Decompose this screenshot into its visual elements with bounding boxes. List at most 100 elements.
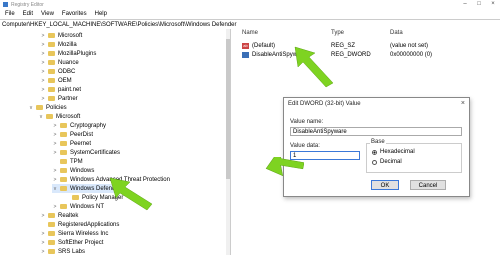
folder-icon <box>48 51 55 56</box>
menu-help[interactable]: Help <box>95 11 107 17</box>
chevron-down-icon[interactable]: v <box>38 114 44 120</box>
edit-dword-dialog: Edit DWORD (32-bit) Value × Value name: … <box>283 97 470 197</box>
tree-item[interactable]: > Realtek <box>40 211 79 220</box>
chevron-right-icon[interactable]: > <box>40 249 46 255</box>
chevron-right-icon[interactable]: > <box>40 42 46 48</box>
dword-value-icon <box>242 51 249 58</box>
tree-item[interactable]: > OEM <box>40 76 72 85</box>
folder-icon <box>48 60 55 65</box>
tree-item-label: Microsoft <box>58 32 83 39</box>
folder-icon <box>60 168 67 173</box>
tree-item[interactable]: > Peernet <box>52 139 91 148</box>
tree-item[interactable]: > SoftEther Project <box>40 238 104 247</box>
chevron-right-icon[interactable]: > <box>40 96 46 102</box>
tree-item-label: Cryptography <box>70 122 107 129</box>
value-name-field[interactable]: DisableAntiSpyware <box>290 127 462 136</box>
tree-item-label: SystemCertificates <box>70 149 121 156</box>
tree-item-label: Windows <box>70 167 95 174</box>
radio-selected-icon <box>372 149 377 155</box>
folder-icon <box>48 96 55 101</box>
tree-item[interactable]: > Partner <box>40 94 78 103</box>
tree-scrollbar[interactable] <box>226 29 230 255</box>
folder-icon <box>48 78 55 83</box>
tree-item-label: MozillaPlugins <box>58 50 97 57</box>
tree-item[interactable]: > SystemCertificates <box>52 148 120 157</box>
folder-icon <box>48 69 55 74</box>
tree-item[interactable]: TPM <box>52 157 83 166</box>
chevron-right-icon[interactable]: > <box>40 51 46 57</box>
folder-icon <box>60 150 67 155</box>
tree-item[interactable]: > Windows <box>52 166 95 175</box>
tree-item-label: SRS Labs <box>58 248 86 255</box>
chevron-right-icon[interactable]: > <box>52 204 58 210</box>
minimize-button[interactable]: – <box>458 0 472 9</box>
ok-button[interactable]: OK <box>371 180 399 190</box>
column-name[interactable]: Name <box>242 30 258 36</box>
menu-view[interactable]: View <box>41 11 54 17</box>
value-data: 0x00000000 (0) <box>390 52 433 58</box>
title-bar: Registry Editor – □ × <box>0 0 500 9</box>
radio-unselected-icon <box>372 159 377 165</box>
chevron-down-icon[interactable]: v <box>28 105 34 111</box>
tree-item-label: SoftEther Project <box>58 239 104 246</box>
tree-item[interactable]: > PeerDist <box>52 130 93 139</box>
chevron-right-icon[interactable]: > <box>40 69 46 75</box>
tree-item[interactable]: v Policies <box>28 103 67 112</box>
tree-item[interactable]: > Windows NT <box>52 202 104 211</box>
tree-item-label: Mozilla <box>58 41 77 48</box>
tree-item[interactable]: > Cryptography <box>52 121 107 130</box>
tree-item[interactable]: > Mozilla <box>40 40 77 49</box>
tree-item-label: ODBC <box>58 68 76 75</box>
value-name-label: Value name: <box>290 119 324 125</box>
chevron-right-icon[interactable]: > <box>40 33 46 39</box>
tree-item[interactable]: > ODBC <box>40 67 76 76</box>
folder-icon <box>48 231 55 236</box>
chevron-right-icon[interactable]: > <box>40 87 46 93</box>
chevron-right-icon[interactable]: > <box>52 168 58 174</box>
folder-icon <box>48 33 55 38</box>
chevron-right-icon[interactable]: > <box>40 60 46 66</box>
folder-icon <box>72 195 79 200</box>
tree-item[interactable]: > Microsoft <box>40 31 83 40</box>
folder-icon <box>48 213 55 218</box>
close-button[interactable]: × <box>486 0 500 9</box>
tree-item[interactable]: > Nuance <box>40 58 79 67</box>
chevron-right-icon[interactable]: > <box>52 123 58 129</box>
cancel-button[interactable]: Cancel <box>410 180 446 190</box>
menu-favorites[interactable]: Favorites <box>62 11 87 17</box>
chevron-down-icon[interactable]: v <box>52 186 58 192</box>
chevron-right-icon[interactable]: > <box>52 132 58 138</box>
chevron-right-icon[interactable]: > <box>52 141 58 147</box>
menu-edit[interactable]: Edit <box>23 11 33 17</box>
chevron-right-icon[interactable]: > <box>40 78 46 84</box>
tree-item-label: TPM <box>70 158 83 165</box>
value-row-default[interactable]: ab (Default) <box>242 41 275 50</box>
decimal-radio[interactable]: Decimal <box>372 159 402 165</box>
column-data[interactable]: Data <box>390 30 403 36</box>
annotation-arrow-icon <box>265 157 304 177</box>
folder-icon <box>36 105 43 110</box>
dialog-close-button[interactable]: × <box>461 100 465 107</box>
tree-item-label: OEM <box>58 77 72 84</box>
tree-item-label: Policies <box>46 104 67 111</box>
scrollbar-thumb[interactable] <box>226 39 230 179</box>
tree-item-label: paint.net <box>58 86 82 93</box>
tree-item[interactable]: > MozillaPlugins <box>40 49 97 58</box>
chevron-right-icon[interactable]: > <box>40 240 46 246</box>
chevron-right-icon[interactable]: > <box>52 177 58 183</box>
tree-item[interactable]: > paint.net <box>40 85 82 94</box>
column-type[interactable]: Type <box>331 30 344 36</box>
chevron-right-icon[interactable]: > <box>52 150 58 156</box>
maximize-button[interactable]: □ <box>472 0 486 9</box>
folder-icon <box>48 87 55 92</box>
folder-icon <box>48 249 55 254</box>
folder-icon <box>48 42 55 47</box>
chevron-right-icon[interactable]: > <box>40 231 46 237</box>
hexadecimal-radio[interactable]: Hexadecimal <box>372 149 415 155</box>
tree-item[interactable]: v Microsoft <box>38 112 81 121</box>
tree-item[interactable]: > SRS Labs <box>40 247 85 255</box>
chevron-right-icon[interactable]: > <box>40 213 46 219</box>
tree-item[interactable]: RegisteredApplications <box>40 220 119 229</box>
tree-item[interactable]: > Sierra Wireless Inc <box>40 229 109 238</box>
menu-file[interactable]: File <box>5 11 15 17</box>
